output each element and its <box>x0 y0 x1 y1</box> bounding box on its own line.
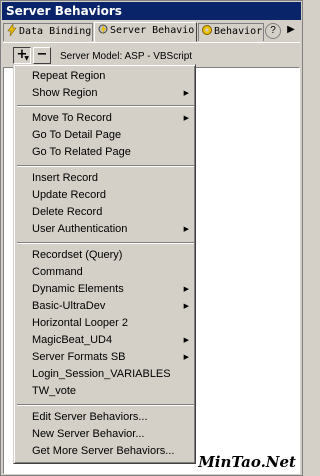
submenu-arrow-icon: ▶ <box>183 90 189 97</box>
tab-behaviors[interactable]: Behaviors <box>198 23 264 41</box>
help-button[interactable]: ? <box>265 23 281 39</box>
watermark: MinTao.Net <box>198 453 296 471</box>
dropdown-caret-icon: ▼ <box>24 55 29 62</box>
menu-item-tw-vote[interactable]: TW_vote <box>16 383 195 400</box>
menu-item-command[interactable]: Command <box>16 264 195 281</box>
menu-item-show-region[interactable]: Show Region ▶ <box>16 85 195 102</box>
menu-item-go-to-related-page[interactable]: Go To Related Page <box>16 144 195 161</box>
menu-item-horizontal-looper-2[interactable]: Horizontal Looper 2 <box>16 315 195 332</box>
submenu-arrow-icon: ▶ <box>183 337 189 344</box>
submenu-arrow-icon: ▶ <box>183 354 189 361</box>
submenu-arrow-icon: ▶ <box>183 115 189 122</box>
panel-tabs: Data Bindings Server Behaviors Behaviors… <box>3 22 301 42</box>
tab-server-behaviors[interactable]: Server Behaviors <box>94 22 197 42</box>
menu-separator <box>17 404 194 406</box>
menu-item-dynamic-elements[interactable]: Dynamic Elements ▶ <box>16 281 195 298</box>
menu-item-delete-record[interactable]: Delete Record <box>16 204 195 221</box>
tab-label: Behaviors <box>214 26 264 37</box>
menu-item-recordset-query[interactable]: Recordset (Query) <box>16 247 195 264</box>
gear-icon <box>202 25 212 35</box>
submenu-arrow-icon: ▶ <box>183 286 189 293</box>
menu-item-insert-record[interactable]: Insert Record <box>16 170 195 187</box>
submenu-arrow-icon: ▶ <box>183 226 189 233</box>
menu-item-magicbeat-ud4[interactable]: MagicBeat_UD4 ▶ <box>16 332 195 349</box>
menu-item-edit-server-behaviors[interactable]: Edit Server Behaviors... <box>16 409 195 426</box>
tab-data-bindings[interactable]: Data Bindings <box>3 23 93 41</box>
menu-item-repeat-region[interactable]: Repeat Region <box>16 68 195 85</box>
toolbar: + ▼ − Server Model: ASP - VBScript <box>3 43 300 65</box>
gear-lightning-icon <box>98 24 108 34</box>
panel-title: Server Behaviors <box>2 2 301 20</box>
menu-item-server-formats-sb[interactable]: Server Formats SB ▶ <box>16 349 195 366</box>
menu-item-login-session-variables[interactable]: Login_Session_VARIABLES <box>16 366 195 383</box>
menu-item-user-authentication[interactable]: User Authentication ▶ <box>16 221 195 238</box>
menu-separator <box>17 105 194 107</box>
menu-item-go-to-detail-page[interactable]: Go To Detail Page <box>16 127 195 144</box>
menu-item-basic-ultradev[interactable]: Basic-UltraDev ▶ <box>16 298 195 315</box>
lightning-icon <box>7 24 17 36</box>
server-behaviors-panel: Server Behaviors Data Bindings Server Be… <box>0 0 303 476</box>
menu-item-update-record[interactable]: Update Record <box>16 187 195 204</box>
menu-item-get-more-server-behaviors[interactable]: Get More Server Behaviors... <box>16 443 195 460</box>
menu-item-new-server-behavior[interactable]: New Server Behavior... <box>16 426 195 443</box>
add-behavior-menu: Repeat Region Show Region ▶ Move To Recor… <box>13 64 196 464</box>
menu-separator <box>17 165 194 167</box>
server-model-label: Server Model: ASP - VBScript <box>60 51 193 62</box>
menu-separator <box>17 242 194 244</box>
tab-label: Server Behaviors <box>110 25 197 36</box>
remove-server-behavior-button[interactable]: − <box>33 47 51 64</box>
tab-label: Data Bindings <box>19 26 93 37</box>
menu-item-move-to-record[interactable]: Move To Record ▶ <box>16 110 195 127</box>
submenu-arrow-icon: ▶ <box>183 303 189 310</box>
panel-options-arrow[interactable]: ▶ <box>283 23 299 39</box>
add-server-behavior-button[interactable]: + ▼ <box>13 47 31 64</box>
